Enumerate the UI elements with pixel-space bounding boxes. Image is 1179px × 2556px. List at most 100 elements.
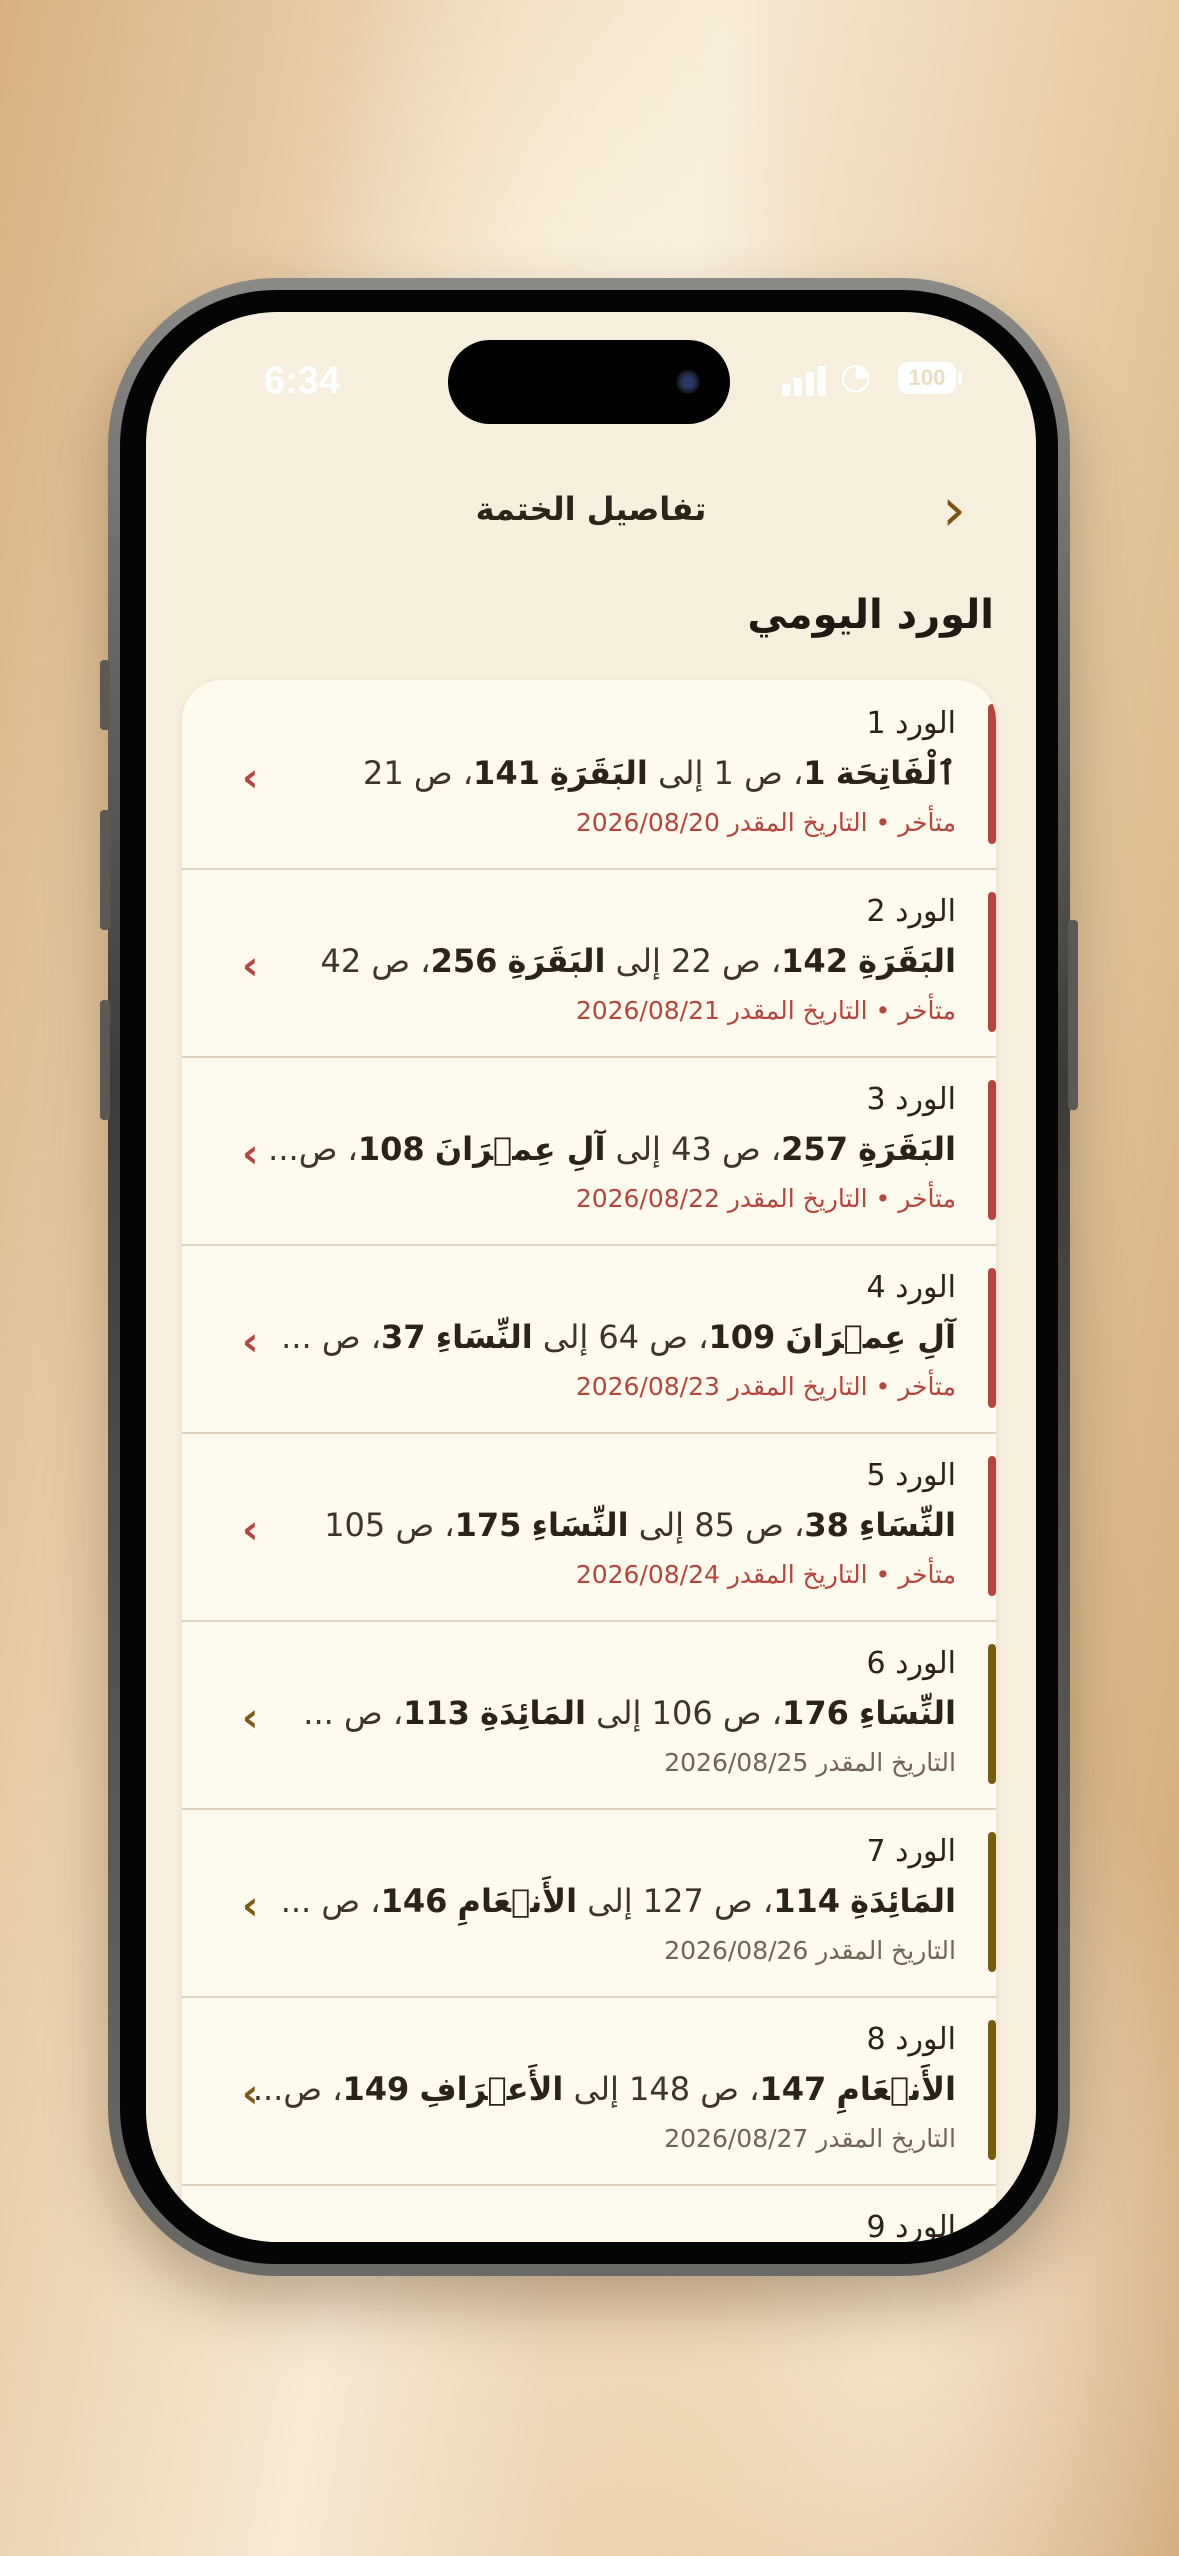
wird-date: متأخر • التاريخ المقدر 2026/08/21 (575, 996, 956, 1025)
wird-title: الورد 9 (866, 2210, 956, 2242)
wird-date: متأخر • التاريخ المقدر 2026/08/22 (575, 1184, 956, 1213)
end-surah: البَقَرَةِ (507, 942, 606, 980)
battery-icon: 100 (898, 362, 962, 394)
wird-row[interactable]: الورد 2 البَقَرَةِ 142، ص 22 إلى البَقَرَ… (182, 868, 996, 1058)
wird-date: متأخر • التاريخ المقدر 2026/08/24 (575, 1560, 956, 1589)
chevron-left-icon: ‹ (242, 2071, 259, 2117)
wird-date: التاريخ المقدر 2026/08/25 (664, 1748, 956, 1777)
wird-date: التاريخ المقدر 2026/08/26 (664, 1936, 956, 1965)
end-ayah: 256 (430, 942, 498, 980)
dynamic-island (448, 340, 730, 424)
wird-row[interactable]: الورد 7 المَائِدَةِ 114، ص 127 إلى الأَنۡ… (182, 1808, 996, 1998)
end-ayah: 149 (342, 2070, 410, 2108)
start-surah: البَقَرَةِ (858, 942, 956, 980)
wird-range: المَائِدَةِ 114، ص 127 إلى الأَنۡعَامِ 1… (281, 1882, 956, 1920)
chevron-left-icon: ‹ (242, 1883, 259, 1929)
chevron-left-icon: ‹ (242, 1131, 259, 1177)
wird-row[interactable]: الورد 6 النِّسَاءِ 176، ص 106 إلى المَائِ… (182, 1620, 996, 1810)
end-page: ، ص... (268, 1130, 358, 1168)
wird-date: متأخر • التاريخ المقدر 2026/08/20 (575, 808, 956, 837)
wird-range: النِّسَاءِ 176، ص 106 إلى المَائِدَةِ 11… (303, 1694, 956, 1732)
range-connector: إلى (615, 942, 661, 980)
end-surah: البَقَرَةِ (550, 754, 648, 792)
camera-icon (676, 370, 700, 394)
wird-range: البَقَرَةِ 142، ص 22 إلى البَقَرَةِ 256،… (321, 942, 957, 980)
wird-row[interactable]: الورد 4 آلِ عِمۡرَانَ 109، ص 64 إلى النِّ… (182, 1244, 996, 1434)
end-ayah: 146 (380, 1882, 448, 1920)
chevron-left-icon: ‹ (242, 1695, 259, 1741)
start-surah: ٱلْفَاتِحَة (835, 754, 956, 792)
wird-row[interactable]: الورد 8 الأَنۡعَامِ 147، ص 148 إلى الأَعۡ… (182, 1996, 996, 2186)
wird-row[interactable]: الورد 1 ٱلْفَاتِحَة 1، ص 1 إلى البَقَرَةِ… (182, 680, 996, 870)
range-connector: إلى (573, 2070, 619, 2108)
wird-range: البَقَرَةِ 257، ص 43 إلى آلِ عِمۡرَانَ 1… (268, 1130, 956, 1168)
action-button (100, 660, 110, 730)
status-bar: 6:34 ◔ 100 (146, 312, 1036, 452)
start-page: ، ص 148 (629, 2070, 760, 2108)
navigation-bar: › تفاصيل الختمة (146, 472, 1036, 552)
start-ayah: 142 (781, 942, 848, 980)
start-surah: المَائِدَةِ (850, 1882, 956, 1920)
start-page: ، ص 64 (598, 1318, 709, 1356)
end-ayah: 37 (381, 1318, 426, 1356)
wird-list: الورد 1 ٱلْفَاتِحَة 1، ص 1 إلى البَقَرَةِ… (182, 680, 996, 2242)
start-ayah: 257 (781, 1130, 848, 1168)
end-page: ، ص 105 (324, 1506, 455, 1544)
start-ayah: 147 (759, 2070, 827, 2108)
wird-range: النِّسَاءِ 38، ص 85 إلى النِّسَاءِ 175، … (324, 1506, 956, 1544)
range-connector: إلى (615, 1130, 661, 1168)
end-page: ، ص ... (281, 1318, 382, 1356)
status-bar-indicator (988, 1268, 996, 1408)
status-bar-indicator (988, 892, 996, 1032)
wird-title: الورد 4 (866, 1270, 956, 1305)
wird-title: الورد 1 (866, 706, 956, 741)
wifi-icon: ◔ (840, 356, 872, 397)
end-page: ، ص 21 (362, 754, 474, 792)
status-bar-indicator (988, 1080, 996, 1220)
start-page: ، ص 127 (642, 1882, 774, 1920)
wird-row[interactable]: الورد 5 النِّسَاءِ 38، ص 85 إلى النِّسَاء… (182, 1432, 996, 1622)
status-bar-indicator (988, 2208, 996, 2242)
chevron-left-icon: ‹ (242, 943, 259, 989)
wird-range: ٱلْفَاتِحَة 1، ص 1 إلى البَقَرَةِ 141، ص… (363, 754, 956, 792)
range-connector: إلى (596, 1694, 642, 1732)
status-bar-indicator (988, 2020, 996, 2160)
start-ayah: 176 (782, 1694, 849, 1732)
chevron-left-icon: ‹ (242, 1507, 259, 1553)
battery-level: 100 (908, 365, 946, 390)
nav-title: تفاصيل الختمة (475, 490, 707, 528)
start-ayah: 109 (708, 1318, 776, 1356)
end-surah: الأَعۡرَافِ (419, 2070, 564, 2108)
wird-title: الورد 3 (866, 1082, 956, 1117)
end-surah: الأَنۡعَامِ (457, 1882, 578, 1920)
wird-row[interactable]: الورد 3 البَقَرَةِ 257، ص 43 إلى آلِ عِمۡ… (182, 1056, 996, 1246)
wird-title: الورد 2 (866, 894, 956, 929)
end-surah: آلِ عِمۡرَانَ (434, 1130, 606, 1168)
end-page: ، ص... (252, 2070, 343, 2108)
wird-title: الورد 7 (866, 1834, 956, 1869)
start-page: ، ص 106 (651, 1694, 783, 1732)
wird-range: الأَنۡعَامِ 147، ص 148 إلى الأَعۡرَافِ 1… (253, 2070, 956, 2108)
wird-title: الورد 6 (866, 1646, 956, 1681)
status-bar-indicator (988, 1456, 996, 1596)
range-connector: إلى (658, 754, 704, 792)
end-surah: المَائِدَةِ (480, 1694, 586, 1732)
signal-icon (782, 364, 826, 396)
start-page: ، ص 43 (671, 1130, 782, 1168)
volume-up-button (100, 810, 110, 930)
end-surah: النِّسَاءِ (531, 1506, 629, 1544)
chevron-left-icon: ‹ (242, 755, 259, 801)
start-surah: الأَنۡعَامِ (836, 2070, 956, 2108)
wird-row[interactable]: الورد 9 (182, 2184, 996, 2242)
volume-down-button (100, 1000, 110, 1120)
range-connector: إلى (638, 1506, 685, 1544)
end-surah: النِّسَاءِ (435, 1318, 533, 1356)
range-connector: إلى (542, 1318, 589, 1356)
status-bar-indicator (988, 1832, 996, 1972)
start-ayah: 1 (803, 754, 826, 792)
end-ayah: 108 (357, 1130, 425, 1168)
screen: 6:34 ◔ 100 › تفاصيل الختمة الورد اليومي … (146, 312, 1036, 2242)
range-connector: إلى (587, 1882, 633, 1920)
end-ayah: 141 (473, 754, 540, 792)
chevron-left-icon: ‹ (242, 1319, 259, 1365)
